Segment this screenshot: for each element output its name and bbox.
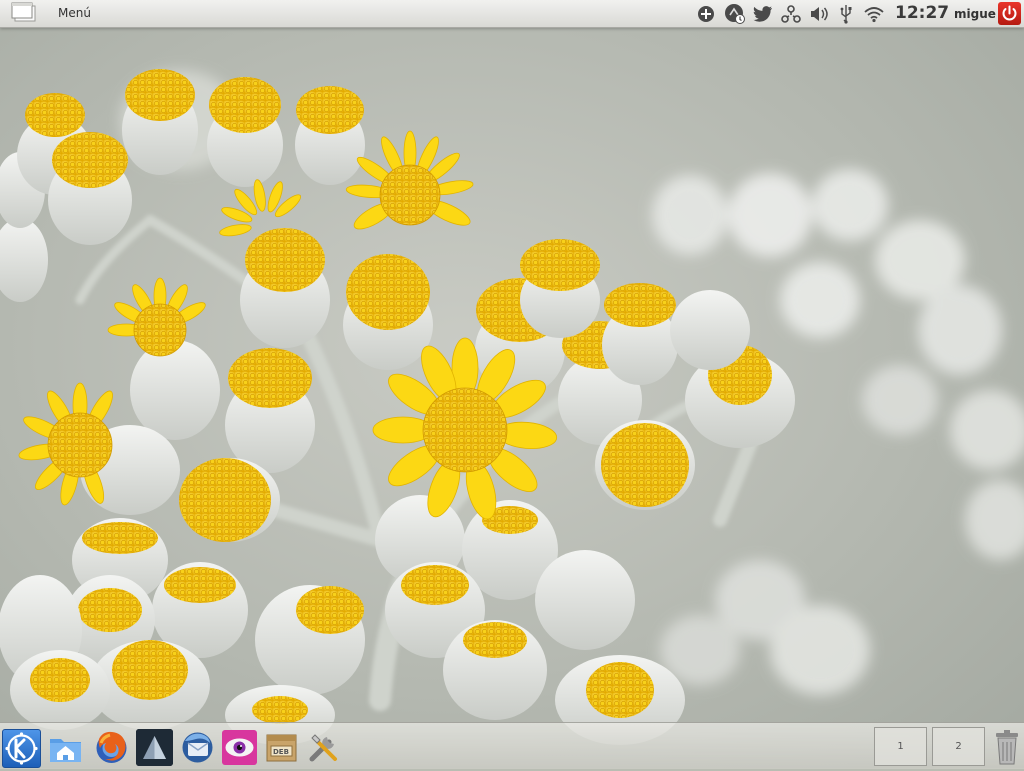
thunderbird-launcher[interactable] bbox=[179, 729, 216, 766]
kde-menu-button[interactable] bbox=[2, 729, 41, 768]
taskbar: DEB 1 2 bbox=[0, 722, 1024, 769]
application-menu-button[interactable] bbox=[10, 2, 42, 25]
kde-menu-icon bbox=[5, 732, 38, 765]
usb-icon[interactable] bbox=[837, 0, 855, 27]
user-name[interactable]: migue bbox=[954, 7, 996, 21]
prism-app-icon bbox=[136, 729, 173, 766]
volume-icon[interactable] bbox=[808, 0, 830, 27]
eye-app-icon bbox=[222, 730, 257, 765]
system-settings-launcher[interactable] bbox=[305, 729, 342, 766]
home-folder-launcher[interactable] bbox=[47, 729, 84, 766]
trash-icon bbox=[996, 730, 1018, 765]
eye-app-launcher[interactable] bbox=[221, 729, 258, 766]
prism-app-launcher[interactable] bbox=[136, 729, 173, 766]
home-folder-icon bbox=[50, 739, 81, 762]
firefox-launcher[interactable] bbox=[93, 729, 130, 766]
power-button[interactable] bbox=[998, 2, 1021, 25]
add-icon[interactable] bbox=[696, 0, 716, 27]
twitter-icon[interactable] bbox=[752, 0, 774, 27]
desktop-wallpaper bbox=[0, 0, 1024, 768]
menu-label[interactable]: Menú bbox=[58, 6, 91, 20]
deb-package-launcher[interactable]: DEB bbox=[263, 729, 300, 766]
system-settings-tools-icon bbox=[309, 734, 337, 762]
virtual-desktop-1[interactable]: 1 bbox=[874, 727, 927, 766]
virtual-desktop-2[interactable]: 2 bbox=[932, 727, 985, 766]
kde-connect-icon[interactable] bbox=[723, 0, 747, 27]
trash-button[interactable] bbox=[992, 729, 1022, 767]
top-panel: Menú 12:27 migue bbox=[0, 0, 1024, 28]
window-menu-icon bbox=[11, 2, 36, 22]
clock[interactable]: 12:27 bbox=[895, 3, 949, 23]
wifi-icon[interactable] bbox=[862, 0, 886, 27]
network-share-icon[interactable] bbox=[780, 0, 802, 27]
thunderbird-icon bbox=[182, 732, 213, 763]
firefox-icon bbox=[96, 731, 127, 763]
deb-label: DEB bbox=[273, 748, 289, 756]
power-icon bbox=[1002, 5, 1017, 21]
